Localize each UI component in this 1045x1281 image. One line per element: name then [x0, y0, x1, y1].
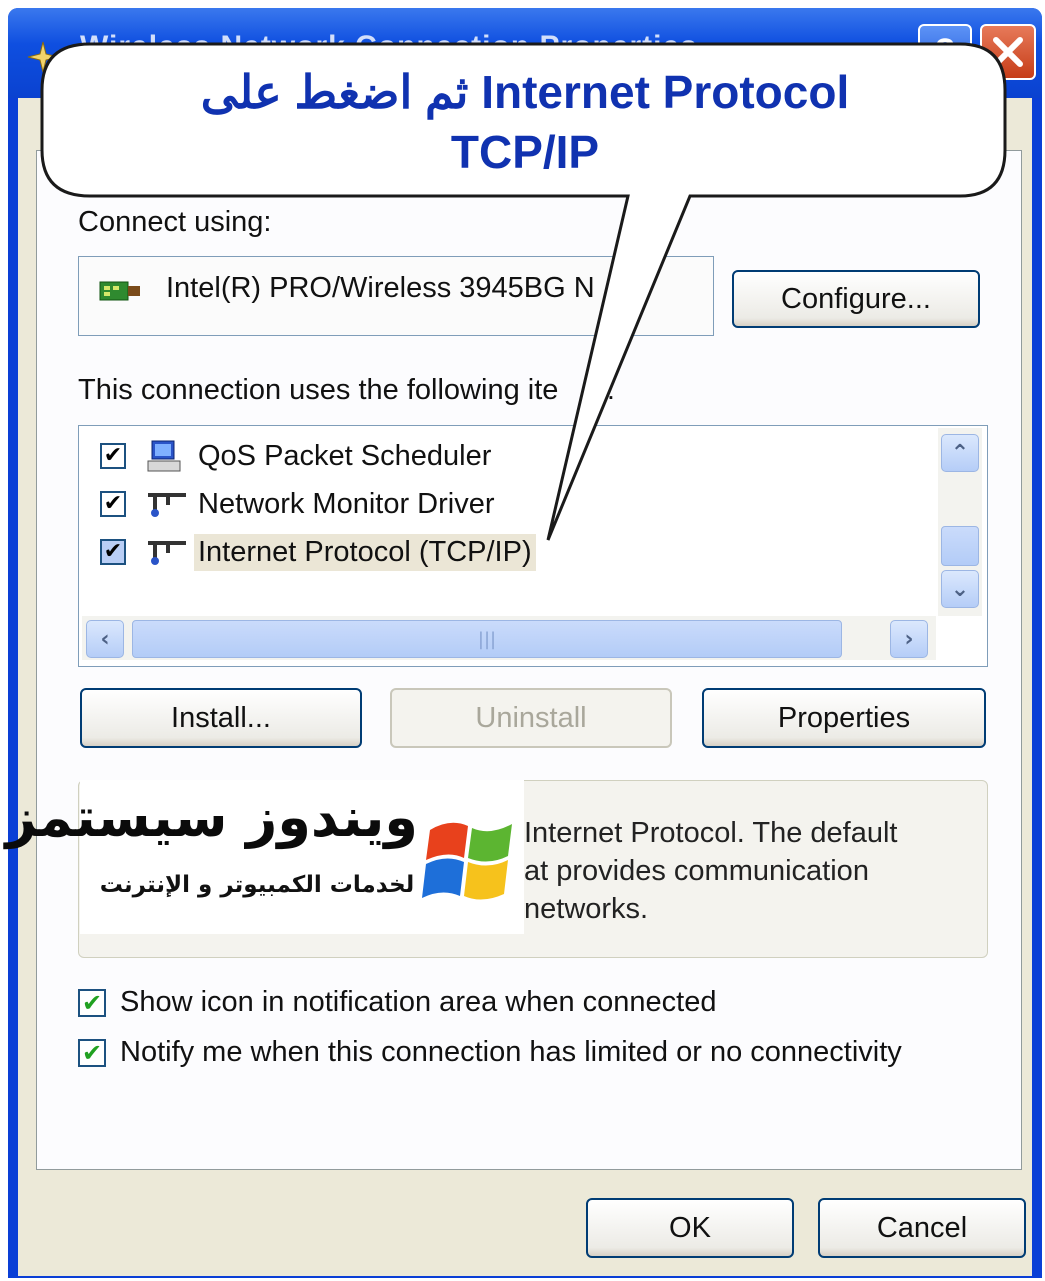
- item-checkbox[interactable]: ✔: [100, 491, 126, 517]
- watermark-subtitle: لخدمات الكمبيوتر و الإنترنت: [99, 872, 415, 898]
- vertical-scroll-thumb[interactable]: [941, 526, 979, 566]
- notify-option[interactable]: ✔ Notify me when this connection has lim…: [78, 1036, 902, 1069]
- description-text: Internet Protocol. The default at provid…: [524, 814, 897, 928]
- cancel-button[interactable]: Cancel: [818, 1198, 1026, 1258]
- connect-using-label: Connect using:: [78, 206, 272, 238]
- notify-checkbox[interactable]: ✔: [78, 1038, 106, 1067]
- callout-text: ثم اضغط على Internet Protocol TCP/IP: [60, 62, 990, 182]
- uninstall-button[interactable]: Uninstall: [390, 688, 672, 748]
- item-label: Network Monitor Driver: [198, 487, 495, 520]
- scroll-left-button[interactable]: ‹: [86, 620, 124, 658]
- ok-button[interactable]: OK: [586, 1198, 794, 1258]
- list-item-selected[interactable]: ✔ Internet Protocol (TCP/IP): [100, 530, 536, 574]
- chevron-down-icon: ⌄: [950, 576, 970, 602]
- show-icon-option[interactable]: ✔ Show icon in notification area when co…: [78, 986, 717, 1019]
- adapter-name: Intel(R) PRO/Wireless 3945BG N: [166, 272, 595, 304]
- callout-line-2: TCP/IP: [450, 126, 600, 178]
- configure-button[interactable]: Configure...: [732, 270, 980, 328]
- callout-line-1: ثم اضغط على Internet Protocol: [60, 62, 990, 122]
- callout-arabic: ثم اضغط على: [200, 66, 469, 118]
- item-label: Internet Protocol (TCP/IP): [194, 533, 536, 571]
- show-icon-label: Show icon in notification area when conn…: [120, 986, 717, 1018]
- horizontal-scroll-thumb[interactable]: |||: [132, 620, 842, 658]
- items-label: This connection uses the following ite s:: [78, 374, 615, 407]
- protocol-icon: [148, 493, 186, 517]
- list-item[interactable]: ✔ Network Monitor Driver: [100, 482, 499, 526]
- items-label-text: This connection uses the following ite: [78, 374, 559, 406]
- notify-label: Notify me when this connection has limit…: [120, 1036, 902, 1068]
- item-checkbox[interactable]: ✔: [100, 539, 126, 565]
- chevron-left-icon: ‹: [100, 626, 110, 652]
- description-line: at provides communication: [524, 855, 869, 887]
- install-button[interactable]: Install...: [80, 688, 362, 748]
- watermark-title: ويندوز سيستمز: [5, 786, 418, 849]
- windows-logo-icon: [422, 822, 512, 900]
- network-adapter-icon: [99, 281, 140, 301]
- protocol-icon: [148, 541, 186, 565]
- callout-latin: Internet Protocol: [481, 66, 850, 118]
- chevron-right-icon: ›: [904, 626, 914, 652]
- description-line: Internet Protocol. The default: [524, 817, 898, 849]
- list-item[interactable]: ✔ QoS Packet Scheduler: [100, 434, 495, 478]
- description-line: networks.: [524, 893, 649, 925]
- scroll-down-button[interactable]: ⌄: [941, 570, 979, 608]
- chevron-up-icon: ⌃: [950, 440, 970, 466]
- network-connection-icon: [27, 41, 59, 73]
- scheduler-icon: [147, 440, 181, 472]
- scroll-right-button[interactable]: ›: [890, 620, 928, 658]
- properties-button[interactable]: Properties: [702, 688, 986, 748]
- item-checkbox[interactable]: ✔: [100, 443, 126, 469]
- scroll-up-button[interactable]: ⌃: [941, 434, 979, 472]
- show-icon-checkbox[interactable]: ✔: [78, 988, 106, 1017]
- items-label-tail: s:: [592, 374, 615, 406]
- item-label: QoS Packet Scheduler: [198, 439, 492, 472]
- window-title: Wireless Network Connection Properties: [80, 30, 698, 63]
